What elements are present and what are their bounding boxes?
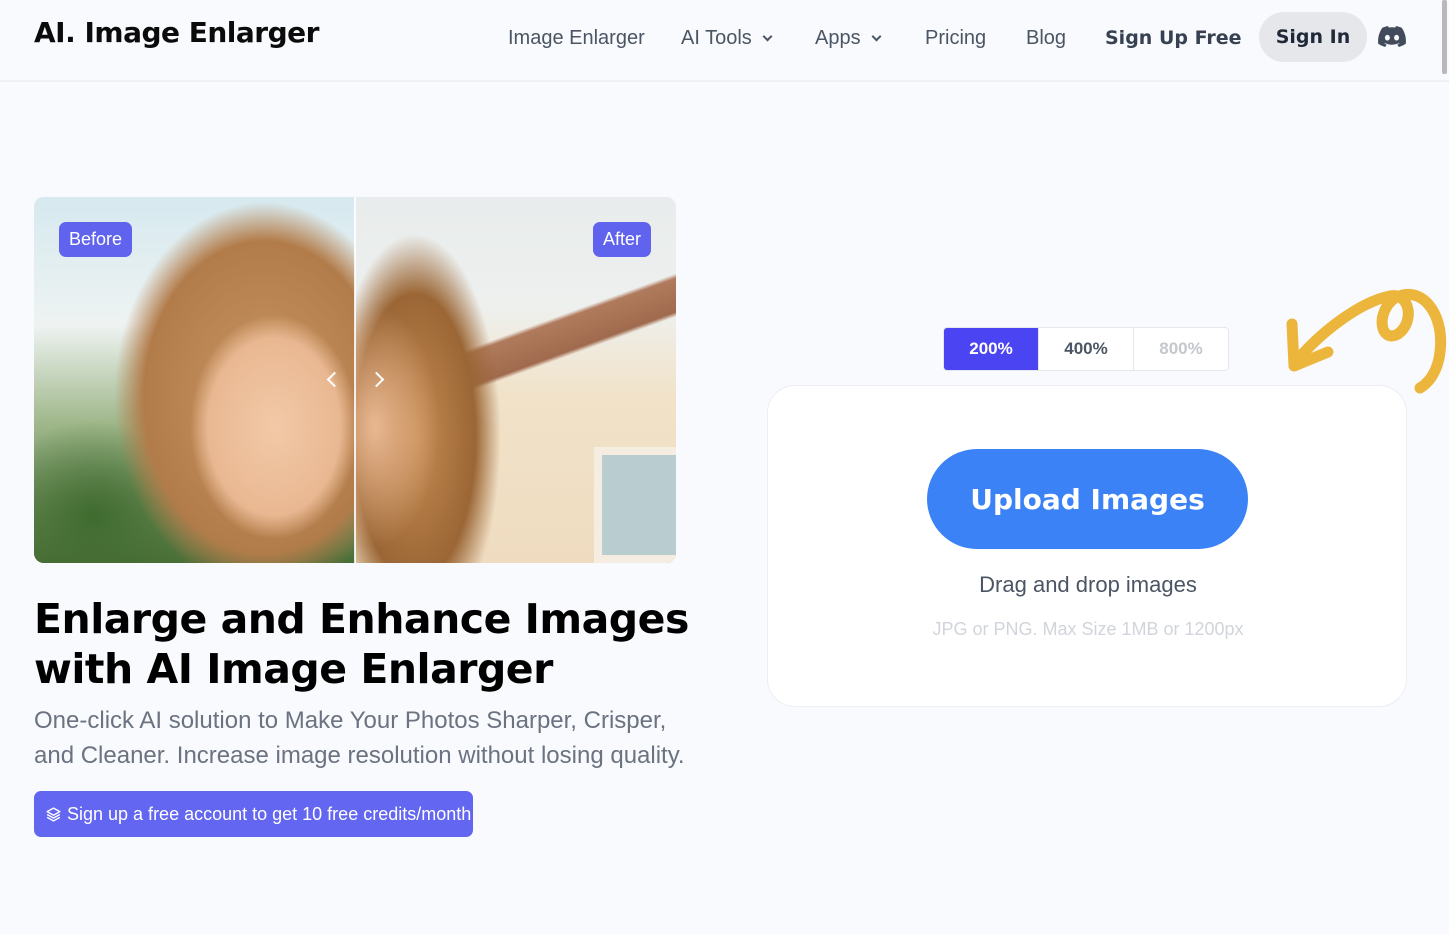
- scale-option-800[interactable]: 800%: [1134, 328, 1228, 370]
- upload-dropzone[interactable]: Upload Images Drag and drop images JPG o…: [767, 385, 1407, 707]
- sign-in-button[interactable]: Sign In: [1259, 12, 1367, 62]
- curly-arrow-icon: [1286, 288, 1447, 394]
- nav-image-enlarger[interactable]: Image Enlarger: [508, 24, 645, 52]
- file-limit-text: JPG or PNG. Max Size 1MB or 1200px: [932, 619, 1244, 639]
- chevron-down-icon: [871, 31, 882, 42]
- layers-icon: [46, 806, 61, 822]
- scrollbar[interactable]: [1442, 0, 1447, 74]
- free-credits-signup-button[interactable]: Sign up a free account to get 10 free cr…: [34, 791, 473, 837]
- scale-option-400[interactable]: 400%: [1039, 328, 1134, 370]
- after-badge: After: [592, 222, 651, 257]
- nav-pricing[interactable]: Pricing: [925, 24, 986, 52]
- nav-label: Blog: [1026, 27, 1067, 49]
- scale-option-200[interactable]: 200%: [944, 328, 1039, 370]
- house-window: [594, 447, 676, 563]
- nav-label: Image Enlarger: [508, 27, 645, 49]
- logo[interactable]: AI. Image Enlarger: [34, 16, 319, 49]
- page-title: Enlarge and Enhance Images with AI Image…: [34, 595, 689, 693]
- hero-subtext: One-click AI solution to Make Your Photo…: [34, 707, 685, 769]
- comparison-slider-handle[interactable]: [354, 197, 356, 563]
- nav-label: AI Tools: [681, 27, 752, 49]
- chevron-down-icon: [762, 31, 773, 42]
- nav-apps[interactable]: Apps: [815, 24, 882, 52]
- promo-button-label: Sign up a free account to get 10 free cr…: [67, 803, 472, 824]
- discord-icon[interactable]: [1378, 25, 1406, 49]
- nav-ai-tools[interactable]: AI Tools: [681, 24, 773, 52]
- before-badge: Before: [59, 222, 133, 257]
- before-after-comparison[interactable]: Before After: [34, 197, 676, 563]
- nav-label: Apps: [815, 27, 861, 49]
- nav-label: Pricing: [925, 27, 987, 49]
- upload-images-button[interactable]: Upload Images: [927, 449, 1248, 549]
- sign-up-free-link[interactable]: Sign Up Free: [1105, 24, 1242, 52]
- drag-drop-text: Drag and drop images: [979, 572, 1197, 597]
- site-header: AI. Image Enlarger Image Enlarger AI Too…: [0, 0, 1449, 82]
- nav-blog[interactable]: Blog: [1026, 24, 1066, 52]
- scale-selector: 200% 400% 800%: [943, 327, 1229, 371]
